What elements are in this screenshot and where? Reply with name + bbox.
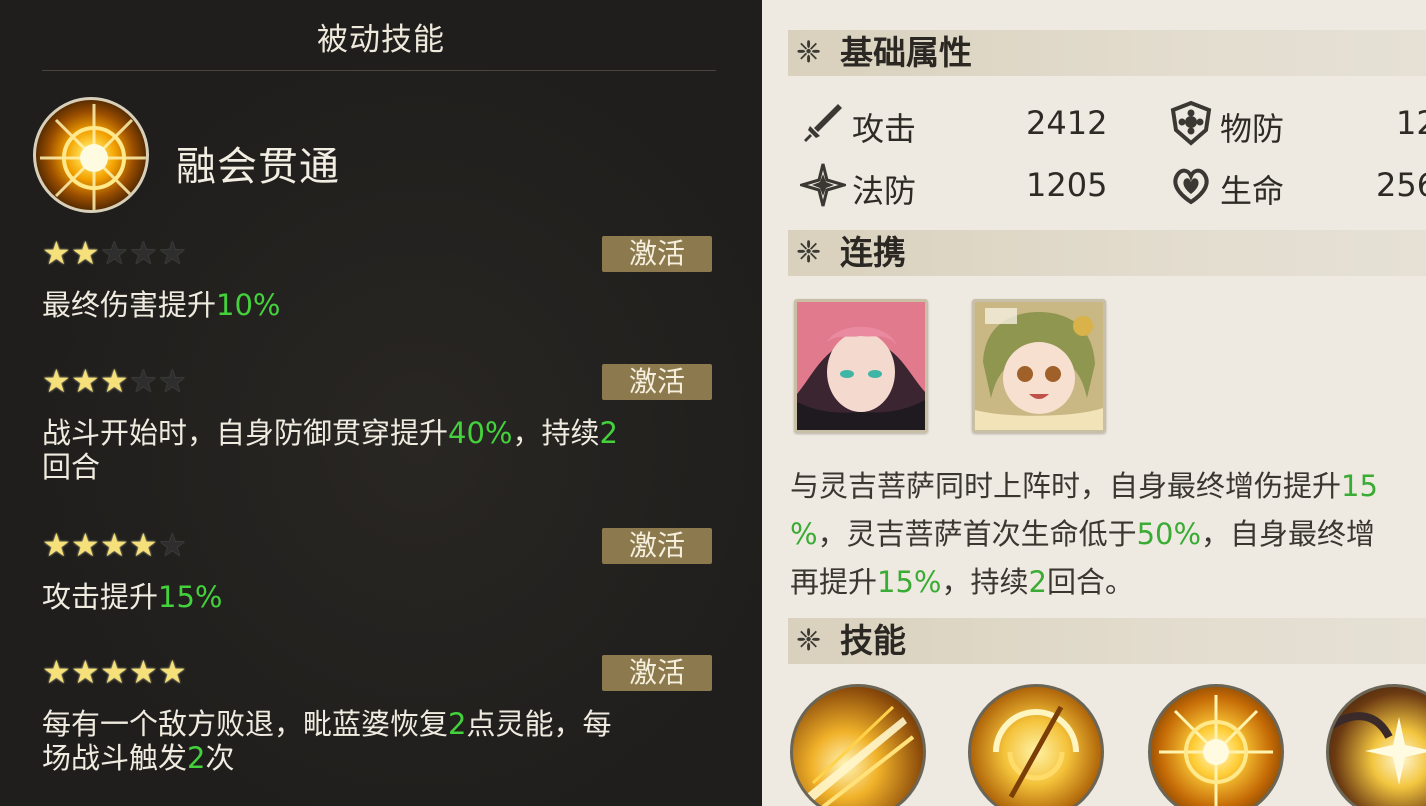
attr-magic-defense: 法防 1205 [800, 162, 1130, 210]
star-filled-icon: ★ [158, 653, 187, 691]
desc-highlight: 40% [448, 416, 513, 450]
star-filled-icon: ★ [42, 362, 71, 400]
attr-value: 2412 [1026, 104, 1108, 142]
desc-highlight: 50% [1136, 517, 1202, 551]
star-empty-icon: ★ [100, 234, 129, 272]
skill-star-burst-icon [1329, 712, 1426, 785]
desc-text: 回合。 [1046, 565, 1134, 599]
desc-highlight: 2 [599, 416, 618, 450]
star-filled-icon: ★ [71, 234, 100, 272]
attr-value: 256 [1376, 166, 1426, 204]
flower-bullet-icon: ❈ [796, 623, 822, 658]
attr-hp: 生命 256 [1168, 162, 1426, 210]
desc-text: 次 [205, 741, 235, 775]
section-header-base-attributes: ❈ 基础属性 [788, 30, 1426, 76]
activate-button[interactable]: 激活 [602, 528, 712, 564]
passive-skill-sun-icon[interactable] [33, 97, 149, 213]
star-filled-icon: ★ [129, 653, 158, 691]
combo-portrait-pink-hair[interactable] [794, 299, 928, 433]
desc-text: 攻击提升 [42, 580, 159, 614]
combo-description: 与灵吉菩萨同时上阵时，自身最终增伤提升15 %，灵吉菩萨首次生命低于50%，自身… [790, 462, 1426, 606]
attr-label: 法防 [852, 172, 917, 210]
tier-description: 攻击提升15% [42, 580, 716, 614]
star-filled-icon: ★ [42, 653, 71, 691]
magic-defense-icon [800, 163, 846, 207]
star-filled-icon: ★ [100, 362, 129, 400]
desc-highlight: 10% [216, 288, 281, 322]
desc-highlight: 15% [158, 580, 223, 614]
desc-text: 回合 [42, 450, 101, 484]
skill-slot-4[interactable] [1326, 684, 1426, 806]
desc-text: ，灵吉菩萨首次生命低于 [817, 517, 1137, 551]
star-rating: ★ ★ ★ ★ ★ [42, 236, 187, 270]
heart-life-icon [1173, 168, 1209, 205]
passive-skill-name: 融会贯通 [176, 144, 340, 190]
flower-bullet-icon: ❈ [796, 235, 822, 270]
star-filled-icon: ★ [129, 526, 158, 564]
star-filled-icon: ★ [71, 653, 100, 691]
star-filled-icon: ★ [100, 653, 129, 691]
desc-highlight: 15% [877, 565, 942, 599]
attr-value: 1205 [1026, 166, 1108, 204]
star-rating: ★ ★ ★ ★ ★ [42, 655, 187, 689]
activate-button[interactable]: 激活 [602, 364, 712, 400]
desc-text: 与灵吉菩萨同时上阵时，自身最终增伤提升 [790, 469, 1342, 503]
combo-portrait-green-hair[interactable] [972, 299, 1106, 433]
desc-highlight: 2 [187, 741, 206, 775]
title-divider [42, 70, 716, 71]
section-title: 技能 [840, 621, 906, 660]
sword-icon [804, 104, 842, 142]
activate-button[interactable]: 激活 [602, 236, 712, 272]
skill-slot-2[interactable] [968, 684, 1104, 806]
desc-text: 点灵能，每 [466, 707, 612, 741]
desc-text: ，持续 [512, 416, 600, 450]
desc-text: 场战斗触发 [42, 741, 188, 775]
attr-value: 12 [1396, 104, 1426, 142]
section-header-skills: ❈ 技能 [788, 618, 1426, 664]
desc-highlight: 2 [448, 707, 467, 741]
star-rating: ★ ★ ★ ★ ★ [42, 528, 187, 562]
shield-flower-icon [1170, 100, 1212, 146]
activate-button[interactable]: 激活 [602, 655, 712, 691]
star-filled-icon: ★ [71, 526, 100, 564]
star-filled-icon: ★ [42, 526, 71, 564]
attributes-panel: ❈ 基础属性 攻击 2412 物防 12 法防 1205 [762, 0, 1426, 806]
panel-title: 被动技能 [317, 22, 445, 58]
section-header-combo: ❈ 连携 [788, 230, 1426, 276]
desc-text: 战斗开始时，自身防御贯穿提升 [42, 416, 449, 450]
section-title: 连携 [840, 233, 906, 272]
desc-highlight: 2 [1028, 565, 1047, 599]
desc-text-line2: 场战斗触发2次 [42, 741, 234, 775]
attr-label: 物防 [1220, 110, 1285, 148]
skill-slot-3[interactable] [1148, 684, 1284, 806]
star-filled-icon: ★ [42, 234, 71, 272]
star-empty-icon: ★ [129, 362, 158, 400]
skill-vortex-icon [993, 705, 1079, 799]
tier-description: 每有一个敌方败退，毗蓝婆恢复2点灵能，每2场战斗触发2次 [42, 707, 716, 775]
desc-text: 最终伤害提升 [42, 288, 217, 322]
attr-attack: 攻击 2412 [800, 100, 1130, 148]
portrait-pink-hair-icon [797, 302, 925, 430]
tier-description: 战斗开始时，自身防御贯穿提升40%，持续2 回合 [42, 416, 716, 484]
passive-skill-panel: 被动技能 融会贯通 ★ ★ ★ ★ ★ 激活 最终伤害提升10% ★ ★ ★ ★… [0, 0, 762, 806]
attr-label: 攻击 [852, 110, 917, 148]
desc-text: 每有一个敌方败退，毗蓝婆恢复 [42, 707, 449, 741]
star-empty-icon: ★ [129, 234, 158, 272]
section-title: 基础属性 [840, 33, 972, 72]
desc-text: ，持续 [941, 565, 1029, 599]
skill-slot-1[interactable] [790, 684, 926, 806]
skill-slash-icon [803, 705, 915, 806]
flower-bullet-icon: ❈ [796, 35, 822, 70]
star-filled-icon: ★ [100, 526, 129, 564]
star-empty-icon: ★ [158, 526, 187, 564]
skill-sun-icon [1159, 695, 1273, 806]
star-empty-icon: ★ [158, 234, 187, 272]
star-rating: ★ ★ ★ ★ ★ [42, 364, 187, 398]
tier-description: 最终伤害提升10% [42, 288, 716, 322]
portrait-green-hair-icon [975, 302, 1103, 430]
star-filled-icon: ★ [71, 362, 100, 400]
star-empty-icon: ★ [158, 362, 187, 400]
attr-physical-defense: 物防 12 [1168, 100, 1426, 148]
attr-label: 生命 [1220, 172, 1285, 210]
